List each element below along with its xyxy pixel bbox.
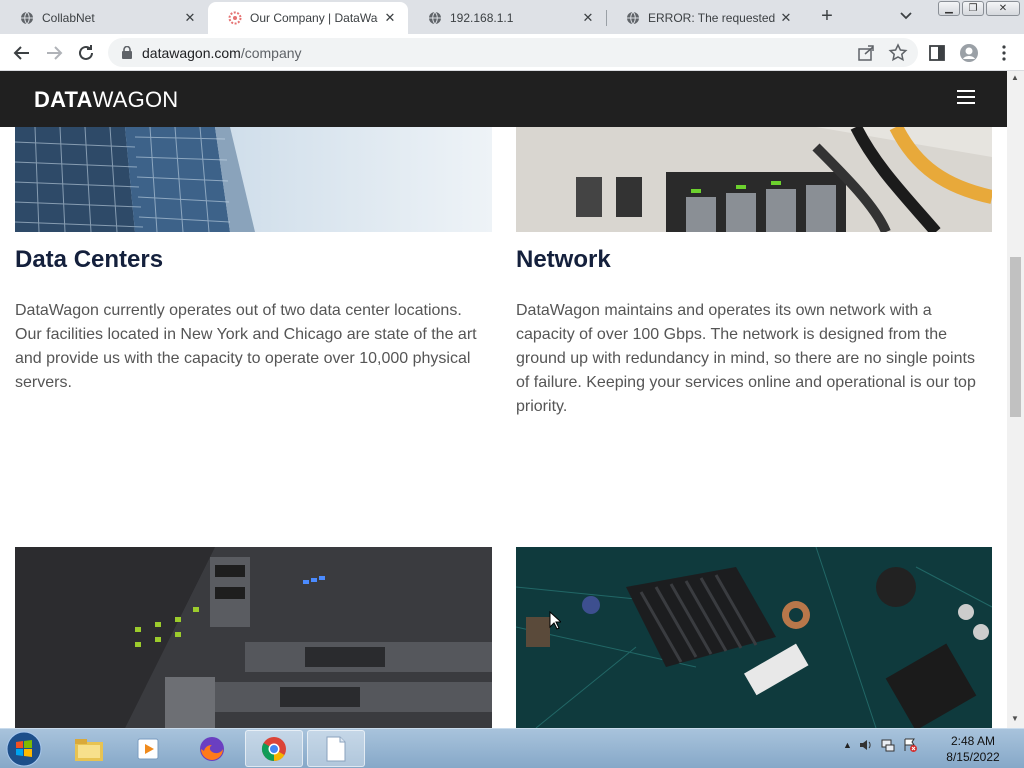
url-path: /company xyxy=(240,45,302,61)
action-center-flag-icon[interactable] xyxy=(902,737,918,753)
globe-icon xyxy=(21,11,33,25)
firefox-icon[interactable] xyxy=(183,730,241,767)
tab-title: CollabNet xyxy=(42,11,95,25)
close-tab-icon[interactable]: ✕ xyxy=(182,10,198,26)
chrome-icon[interactable] xyxy=(245,730,303,767)
file-explorer-icon[interactable] xyxy=(60,730,118,767)
hamburger-menu-icon[interactable] xyxy=(957,90,975,106)
new-tab-button[interactable]: + xyxy=(817,6,837,26)
scroll-down-icon[interactable]: ▼ xyxy=(1011,714,1019,723)
profile-avatar-icon[interactable] xyxy=(959,43,979,63)
data-centers-image xyxy=(15,127,492,232)
clock-time: 2:48 AM xyxy=(950,734,996,748)
clock-date: 8/15/2022 xyxy=(946,750,1000,764)
tab-router[interactable]: 192.168.1.1 ✕ xyxy=(408,2,607,34)
forward-arrow-icon[interactable] xyxy=(42,41,66,65)
servers-image xyxy=(15,547,492,728)
browser-toolbar: datawagon.com/company xyxy=(0,34,1024,71)
bookmark-star-icon[interactable] xyxy=(888,43,908,63)
url-domain: datawagon.com xyxy=(142,45,241,61)
section-heading: Network xyxy=(516,246,611,273)
section-text: DataWagon currently operates out of two … xyxy=(15,302,477,391)
network-image xyxy=(516,127,992,232)
kebab-menu-icon[interactable] xyxy=(994,43,1014,63)
datawagon-favicon xyxy=(228,11,242,25)
page-scrollbar[interactable]: ▲ ▼ xyxy=(1007,71,1024,728)
close-window-button[interactable]: ✕ xyxy=(986,1,1020,16)
chevron-down-icon[interactable] xyxy=(896,6,916,26)
section-text: DataWagon maintains and operates its own… xyxy=(516,302,976,415)
logo-light-text: WAGON xyxy=(92,87,179,112)
globe-icon xyxy=(627,11,639,25)
notepad-icon[interactable] xyxy=(307,730,365,767)
site-navbar: DATAWAGON xyxy=(0,71,1007,127)
scrollbar-thumb[interactable] xyxy=(1010,257,1021,417)
mouse-cursor-icon xyxy=(549,611,561,630)
windows-taskbar: ▲ 2:48 AM 8/15/2022 xyxy=(0,728,1024,768)
tab-title: ERROR: The requested URL could not be re… xyxy=(648,11,778,25)
close-tab-icon[interactable]: ✕ xyxy=(778,10,794,26)
close-tab-icon[interactable]: ✕ xyxy=(580,10,596,26)
window-controls: ▁ ❐ ✕ xyxy=(938,1,1020,16)
hardware-image xyxy=(516,547,992,728)
logo-bold-text: DATA xyxy=(34,87,93,112)
reload-icon[interactable] xyxy=(74,41,98,65)
scroll-up-icon[interactable]: ▲ xyxy=(1011,73,1019,82)
browser-tab-bar: CollabNet ✕ Our Company | DataWagon ✕ 19… xyxy=(0,0,1024,34)
show-hidden-icons-icon[interactable]: ▲ xyxy=(843,740,852,750)
globe-icon xyxy=(429,11,441,25)
datawagon-logo[interactable]: DATAWAGON xyxy=(34,87,178,113)
minimize-button[interactable]: ▁ xyxy=(938,1,960,16)
back-arrow-icon[interactable] xyxy=(10,41,34,65)
tab-datawagon[interactable]: Our Company | DataWagon ✕ xyxy=(208,2,408,34)
media-player-icon[interactable] xyxy=(120,730,178,767)
section-heading: Data Centers xyxy=(15,246,164,273)
maximize-button[interactable]: ❐ xyxy=(962,1,984,16)
lock-icon[interactable] xyxy=(121,46,133,59)
start-button-icon[interactable] xyxy=(6,731,42,767)
url-text: datawagon.com/company xyxy=(142,45,302,61)
tab-collabnet[interactable]: CollabNet ✕ xyxy=(0,2,208,34)
address-bar[interactable]: datawagon.com/company xyxy=(108,38,918,67)
side-panel-icon[interactable] xyxy=(927,43,947,63)
tab-title: 192.168.1.1 xyxy=(450,11,514,25)
share-icon[interactable] xyxy=(856,43,876,63)
tab-error[interactable]: ERROR: The requested URL could not be re… xyxy=(606,2,804,34)
close-tab-icon[interactable]: ✕ xyxy=(382,10,398,26)
tab-title: Our Company | DataWagon xyxy=(250,11,378,25)
system-clock[interactable]: 2:48 AM 8/15/2022 xyxy=(930,733,1016,765)
page-viewport: DATAWAGON Data Centers Network DataWagon… xyxy=(0,71,1024,728)
volume-icon[interactable] xyxy=(858,737,874,753)
network-icon[interactable] xyxy=(880,737,896,753)
system-tray: ▲ xyxy=(843,737,918,753)
